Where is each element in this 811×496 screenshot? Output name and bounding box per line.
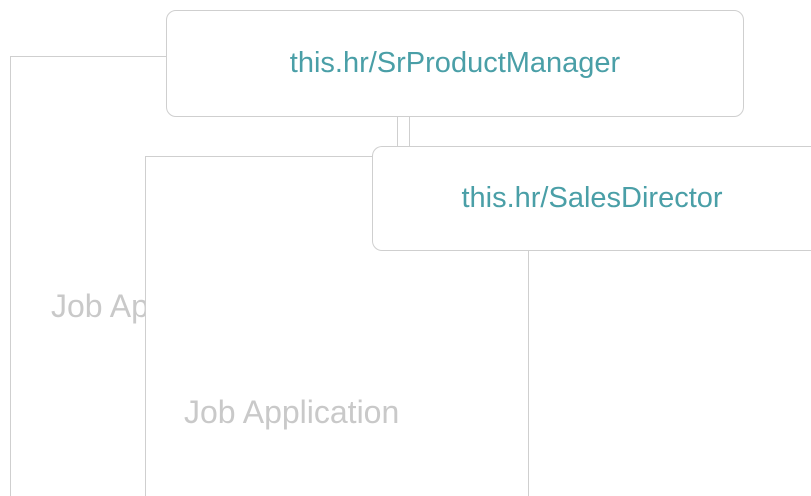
link-sales-director[interactable]: this.hr/SalesDirector [372, 146, 811, 251]
link-sr-product-manager[interactable]: this.hr/SrProductManager [166, 10, 744, 117]
link-url-text: this.hr/SrProductManager [289, 47, 621, 79]
document-title: Job Application [184, 394, 400, 430]
job-links-diagram: { "documents": [ { "label": "Job Applica… [0, 0, 811, 496]
link-url-text: this.hr/SalesDirector [461, 182, 723, 214]
